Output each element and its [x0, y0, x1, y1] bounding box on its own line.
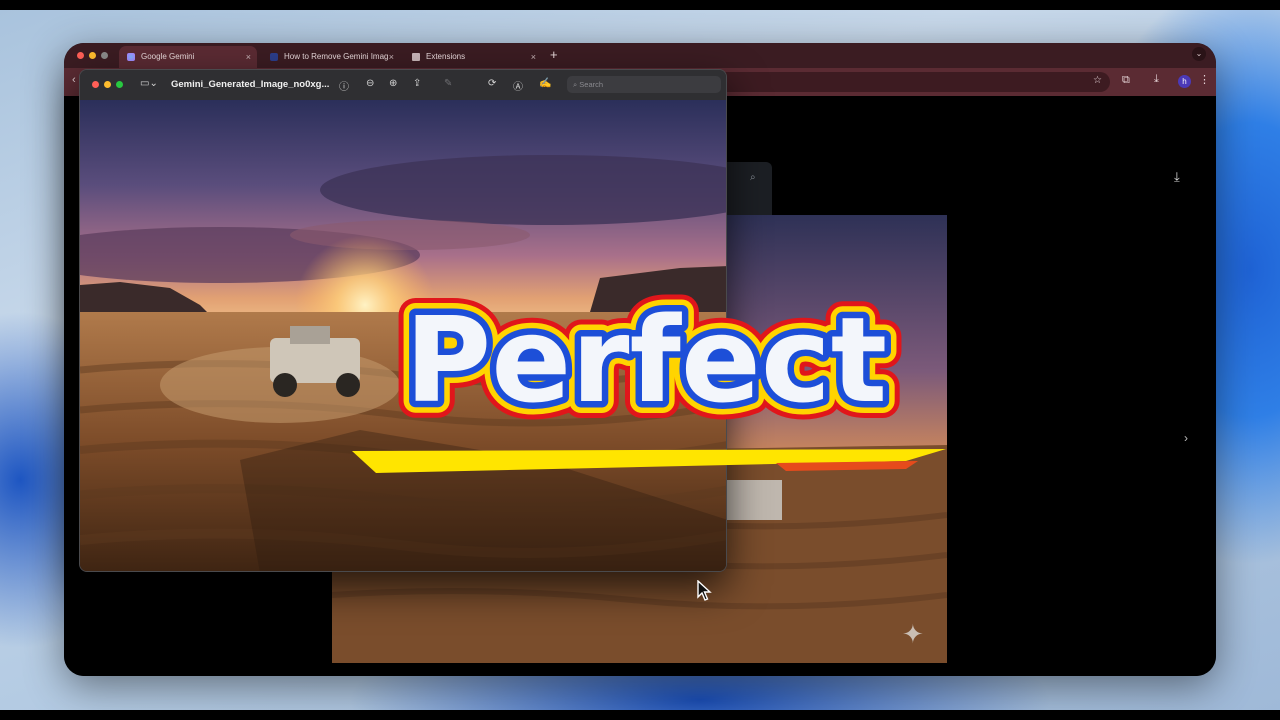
zoom-window-button[interactable] [116, 81, 123, 88]
file-name: Gemini_Generated_Image_no0xg... [171, 79, 330, 90]
sidebar-toggle-icon[interactable]: ▭⌄ [140, 78, 158, 89]
markup-pen-icon[interactable]: ✎ [444, 78, 452, 89]
tab-label: Google Gemini [141, 52, 195, 61]
minimize-window-button[interactable] [104, 81, 111, 88]
tab-google-gemini[interactable]: Google Gemini × [119, 46, 257, 68]
puzzle-icon [412, 53, 420, 61]
rotate-icon[interactable]: ⟳ [488, 78, 496, 89]
close-window-button[interactable] [77, 52, 84, 59]
zoom-window-button[interactable] [101, 52, 108, 59]
menu-kebab-icon[interactable]: ⋮ [1199, 73, 1210, 86]
new-tab-button[interactable]: + [550, 47, 558, 62]
zoom-in-icon[interactable]: ⊕ [389, 78, 397, 89]
mouse-pointer-icon [697, 580, 712, 601]
close-window-button[interactable] [92, 81, 99, 88]
tab-label: How to Remove Gemini Imag [284, 52, 389, 61]
perfect-caption-overlay: Perfect Perfect Perfect Perfect [346, 274, 946, 483]
letterbox-bottom [0, 710, 1280, 720]
preview-titlebar: ▭⌄ Gemini_Generated_Image_no0xg... ⓘ ⊖ ⊕… [80, 70, 726, 101]
next-chevron-icon[interactable]: › [1184, 431, 1188, 445]
extensions-puzzle-icon[interactable]: ⧉ [1122, 74, 1130, 87]
caption-graphic: Perfect Perfect Perfect Perfect [352, 274, 946, 473]
letterbox-top [0, 0, 1280, 10]
markup-icon[interactable]: Ⓐ [513, 78, 523, 93]
gemini-sparkle-icon [127, 53, 135, 61]
profile-avatar[interactable]: h [1178, 75, 1191, 88]
download-icon[interactable]: ⤓ [1154, 73, 1159, 86]
info-icon[interactable]: ⓘ [339, 78, 349, 93]
search-field[interactable]: ⌕ Search [567, 76, 721, 93]
gemini-watermark-sparkle-icon: ✦ [902, 619, 924, 649]
bookmark-star-icon[interactable]: ☆ [1093, 75, 1102, 86]
page-icon [270, 53, 278, 61]
close-tab-icon[interactable]: × [246, 46, 251, 68]
close-tab-icon[interactable]: × [531, 46, 536, 68]
minimize-window-button[interactable] [89, 52, 96, 59]
sign-icon[interactable]: ✍ [539, 78, 551, 89]
screen: Google Gemini × How to Remove Gemini Ima… [0, 0, 1280, 720]
tab-extensions[interactable]: Extensions × [404, 46, 542, 68]
download-image-icon[interactable]: ⤓ [1174, 169, 1180, 185]
tab-strip: Google Gemini × How to Remove Gemini Ima… [64, 43, 1216, 68]
zoom-out-icon[interactable]: ⊖ [366, 78, 374, 89]
caption-text: Perfect [405, 291, 887, 429]
tab-how-to-remove[interactable]: How to Remove Gemini Imag × [262, 46, 400, 68]
share-icon[interactable]: ⇪ [413, 78, 421, 89]
back-arrow-icon[interactable]: ‹ [72, 74, 76, 86]
tab-search-chevron-icon[interactable]: ⌄ [1192, 47, 1206, 61]
close-tab-icon[interactable]: × [389, 46, 394, 68]
tab-label: Extensions [426, 52, 466, 61]
search-icon[interactable]: ⌕ [750, 172, 756, 183]
search-placeholder: Search [579, 80, 604, 89]
